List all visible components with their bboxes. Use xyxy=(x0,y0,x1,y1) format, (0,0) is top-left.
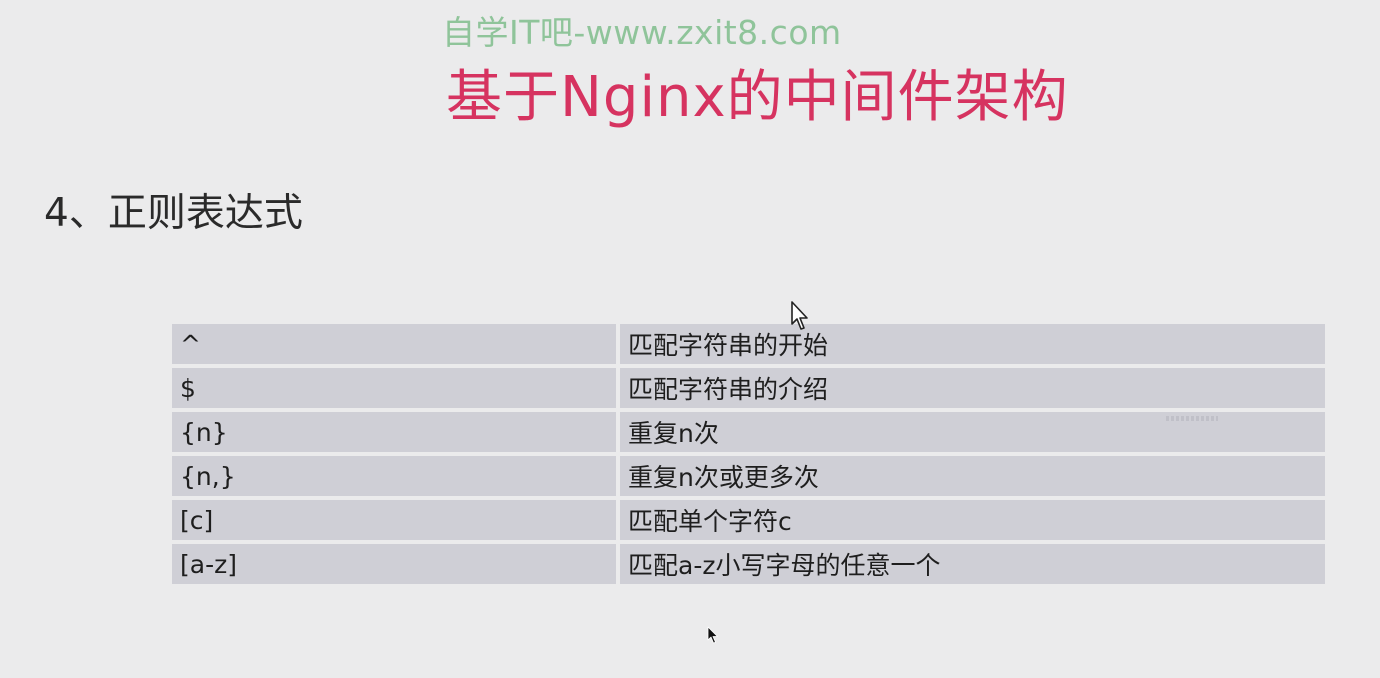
section-heading: 4、正则表达式 xyxy=(44,191,303,236)
table-row: {n} 重复n次 xyxy=(172,412,1325,456)
regex-table: ^ 匹配字符串的开始 $ 匹配字符串的介绍 {n} 重复n次 {n,} 重复n次… xyxy=(172,324,1325,584)
mouse-pointer-icon xyxy=(707,626,718,644)
regex-description-cell: 重复n次或更多次 xyxy=(620,456,1325,500)
regex-pattern-cell: $ xyxy=(172,368,620,412)
watermark: 自学IT吧-www.zxit8.com xyxy=(442,13,842,52)
mouse-pointer-icon xyxy=(791,301,808,330)
table-row: $ 匹配字符串的介绍 xyxy=(172,368,1325,412)
regex-description-cell: 匹配字符串的介绍 xyxy=(620,368,1325,412)
regex-pattern-cell: {n} xyxy=(172,412,620,456)
regex-pattern-cell: ^ xyxy=(172,324,620,368)
slide-title: 基于Nginx的中间件架构 xyxy=(446,65,1069,130)
table-row: [a-z] 匹配a-z小写字母的任意一个 xyxy=(172,544,1325,584)
regex-description-cell: 匹配字符串的开始 xyxy=(620,324,1325,368)
faint-artifact xyxy=(1166,416,1218,421)
regex-pattern-cell: [c] xyxy=(172,500,620,544)
regex-description-cell: 匹配单个字符c xyxy=(620,500,1325,544)
regex-description-cell: 匹配a-z小写字母的任意一个 xyxy=(620,544,1325,584)
regex-pattern-cell: [a-z] xyxy=(172,544,620,584)
regex-description-cell: 重复n次 xyxy=(620,412,1325,456)
table-row: [c] 匹配单个字符c xyxy=(172,500,1325,544)
regex-pattern-cell: {n,} xyxy=(172,456,620,500)
table-row: ^ 匹配字符串的开始 xyxy=(172,324,1325,368)
table-row: {n,} 重复n次或更多次 xyxy=(172,456,1325,500)
